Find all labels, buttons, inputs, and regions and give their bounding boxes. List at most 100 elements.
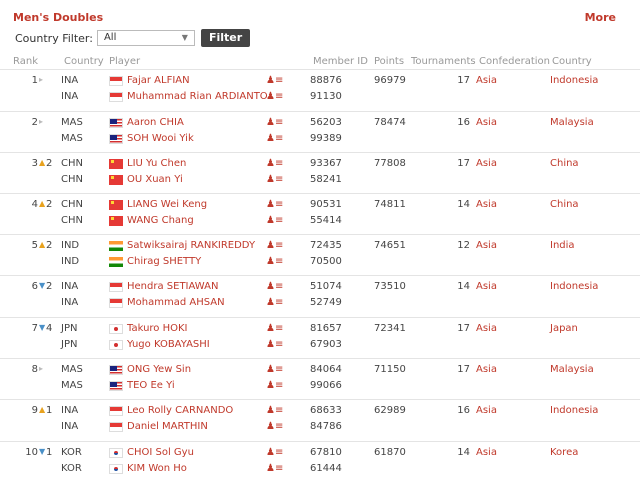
ind-flag-icon [109, 257, 123, 267]
points-value: 61870 [374, 447, 406, 458]
points-value: 96979 [374, 75, 406, 86]
player-name-link[interactable]: TEO Ee Yi [127, 380, 175, 391]
player-name-link[interactable]: Satwiksairaj RANKIREDDY [127, 240, 255, 251]
country-link[interactable]: Malaysia [550, 117, 594, 128]
player-name-link[interactable]: Daniel MARTHIN [127, 421, 208, 432]
col-confederation: Confederation [479, 56, 551, 67]
country-code: MAS [61, 380, 83, 391]
member-id: 91130 [310, 91, 342, 102]
country-code: CHN [61, 215, 83, 226]
more-link[interactable]: More [585, 11, 616, 24]
chn-flag-icon [109, 200, 123, 210]
country-link[interactable]: Malaysia [550, 364, 594, 375]
player-name-link[interactable]: WANG Chang [127, 215, 194, 226]
country-link[interactable]: Japan [550, 323, 578, 334]
player-profile-icon[interactable]: ♟≡ [266, 256, 283, 267]
country-link[interactable]: India [550, 240, 575, 251]
player-name-link[interactable]: Fajar ALFIAN [127, 75, 190, 86]
tournaments-value: 16 [457, 405, 470, 416]
player-name-link[interactable]: Aaron CHIA [127, 117, 184, 128]
country-code: INA [61, 281, 79, 292]
table-row: 9 ▲ 1 62989 16 Asia Indonesia INA Leo Rolly CARN… [0, 399, 640, 441]
rank-number: 3 [31, 158, 38, 169]
player-name-link[interactable]: CHOI Sol Gyu [127, 447, 194, 458]
points-value: 77808 [374, 158, 406, 169]
player-profile-icon[interactable]: ♟≡ [266, 281, 283, 292]
ina-flag-icon [109, 76, 123, 86]
country-link[interactable]: Indonesia [550, 75, 598, 86]
ind-flag-icon [109, 241, 123, 251]
col-member-id: Member ID [313, 56, 368, 67]
rank-number: 6 [31, 281, 38, 292]
player-name-link[interactable]: Takuro HOKI [127, 323, 188, 334]
confederation-link[interactable]: Asia [476, 240, 497, 251]
rank-change: 1 [46, 447, 53, 458]
country-code: INA [61, 91, 79, 102]
confederation-link[interactable]: Asia [476, 117, 497, 128]
player-profile-icon[interactable]: ♟≡ [266, 421, 283, 432]
confederation-link[interactable]: Asia [476, 281, 497, 292]
player-profile-icon[interactable]: ♟≡ [266, 405, 283, 416]
confederation-link[interactable]: Asia [476, 158, 497, 169]
player-profile-icon[interactable]: ♟≡ [266, 75, 283, 86]
player-name-link[interactable]: KIM Won Ho [127, 463, 187, 474]
member-id: 56203 [310, 117, 342, 128]
confederation-link[interactable]: Asia [476, 447, 497, 458]
country-link[interactable]: Indonesia [550, 281, 598, 292]
player-name-link[interactable]: SOH Wooi Yik [127, 133, 194, 144]
country-link[interactable]: China [550, 158, 579, 169]
player-profile-icon[interactable]: ♟≡ [266, 174, 283, 185]
mas-flag-icon [109, 134, 123, 144]
points-value: 71150 [374, 364, 406, 375]
player-name-link[interactable]: Leo Rolly CARNANDO [127, 405, 233, 416]
confederation-link[interactable]: Asia [476, 75, 497, 86]
rank-number: 8 [31, 364, 38, 375]
country-link[interactable]: Korea [550, 447, 578, 458]
player-name-link[interactable]: Yugo KOBAYASHI [127, 339, 210, 350]
table-row: 10 ▼ 1 61870 14 Asia Korea KOR CHOI Sol Gyu ♟≡ 678… [0, 441, 640, 483]
player-name-link[interactable]: ONG Yew Sin [127, 364, 191, 375]
country-code: MAS [61, 117, 83, 128]
col-player: Player [109, 56, 141, 67]
player-profile-icon[interactable]: ♟≡ [266, 215, 283, 226]
country-code: INA [61, 405, 79, 416]
player-profile-icon[interactable]: ♟≡ [266, 199, 283, 210]
filter-button[interactable]: Filter [200, 29, 251, 47]
player-name-link[interactable]: LIU Yu Chen [127, 158, 186, 169]
table-row: 5 ▲ 2 74651 12 Asia India IND Satwiksairaj RANKI… [0, 234, 640, 276]
country-filter-select[interactable]: All ▼ [96, 30, 195, 46]
confederation-link[interactable]: Asia [476, 364, 497, 375]
player-profile-icon[interactable]: ♟≡ [266, 380, 283, 391]
trend-flat-icon: ▸ [39, 364, 44, 373]
country-code: KOR [61, 447, 82, 458]
country-link[interactable]: Indonesia [550, 405, 598, 416]
player-profile-icon[interactable]: ♟≡ [266, 240, 283, 251]
member-id: 61444 [310, 463, 342, 474]
player-name-link[interactable]: Chirag SHETTY [127, 256, 201, 267]
confederation-link[interactable]: Asia [476, 199, 497, 210]
player-profile-icon[interactable]: ♟≡ [266, 364, 283, 375]
player-name-link[interactable]: Hendra SETIAWAN [127, 281, 218, 292]
rank-number: 2 [31, 117, 38, 128]
player-name-link[interactable]: OU Xuan Yi [127, 174, 183, 185]
confederation-link[interactable]: Asia [476, 405, 497, 416]
rank-change: 2 [46, 158, 53, 169]
player-profile-icon[interactable]: ♟≡ [266, 323, 283, 334]
kor-flag-icon [109, 448, 123, 458]
confederation-link[interactable]: Asia [476, 323, 497, 334]
table-row: 3 ▲ 2 77808 17 Asia China CHN LIU Yu Chen ♟≡ 93367… [0, 152, 640, 194]
player-profile-icon[interactable]: ♟≡ [266, 463, 283, 474]
player-profile-icon[interactable]: ♟≡ [266, 117, 283, 128]
member-id: 99066 [310, 380, 342, 391]
member-id: 84786 [310, 421, 342, 432]
player-profile-icon[interactable]: ♟≡ [266, 339, 283, 350]
player-name-link[interactable]: Muhammad Rian ARDIANTO [127, 91, 268, 102]
player-profile-icon[interactable]: ♟≡ [266, 297, 283, 308]
player-name-link[interactable]: LIANG Wei Keng [127, 199, 207, 210]
player-name-link[interactable]: Mohammad AHSAN [127, 297, 225, 308]
player-profile-icon[interactable]: ♟≡ [266, 133, 283, 144]
country-link[interactable]: China [550, 199, 579, 210]
player-profile-icon[interactable]: ♟≡ [266, 447, 283, 458]
player-profile-icon[interactable]: ♟≡ [266, 158, 283, 169]
player-profile-icon[interactable]: ♟≡ [266, 91, 283, 102]
